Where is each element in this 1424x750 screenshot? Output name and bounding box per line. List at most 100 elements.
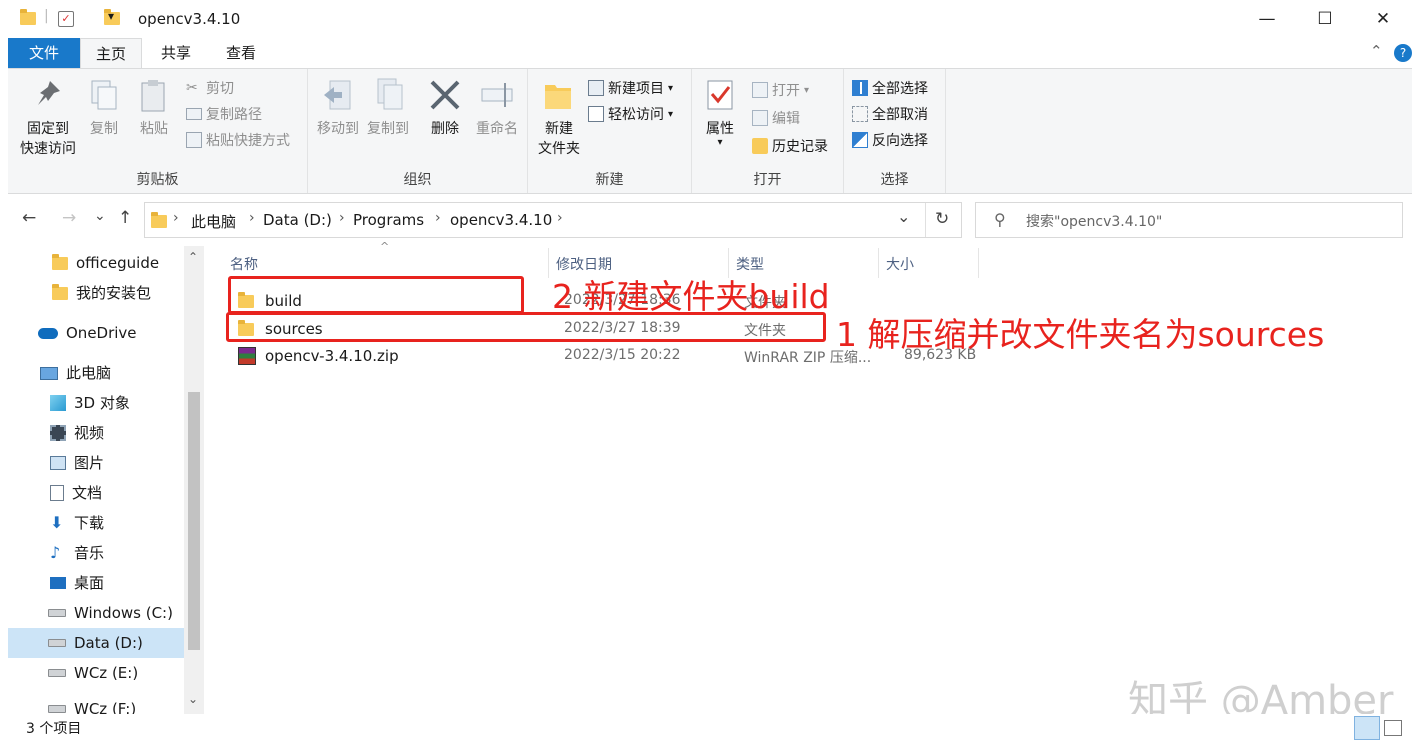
move-to-button[interactable]: 移动到 <box>312 77 364 139</box>
edit-button[interactable]: 编辑 <box>752 107 800 129</box>
breadcrumb-this-pc[interactable]: 此电脑 <box>191 211 236 232</box>
history-button[interactable]: 历史记录 <box>752 135 828 157</box>
paste-label: 粘贴 <box>140 121 168 137</box>
column-header-size[interactable]: 大小 <box>886 254 914 276</box>
sidebar-item-install-packages[interactable]: 我的安装包 <box>52 278 151 308</box>
sidebar-item-label: Windows (C:) <box>74 604 173 622</box>
tab-share[interactable]: 共享 <box>148 38 204 68</box>
tab-view[interactable]: 查看 <box>214 38 268 68</box>
properties-label: 属性 <box>706 121 734 137</box>
properties-quick-icon[interactable]: ✓ <box>58 11 74 27</box>
breadcrumb-programs[interactable]: Programs <box>353 211 424 229</box>
sidebar-scrollbar[interactable]: ⌃ ⌄ <box>184 246 204 714</box>
history-icon <box>752 138 768 154</box>
open-icon <box>752 82 768 98</box>
edit-icon <box>752 110 768 126</box>
easy-access-label: 轻松访问 <box>608 107 664 123</box>
invert-selection-icon <box>852 132 868 148</box>
column-divider[interactable] <box>878 248 879 278</box>
invert-selection-button[interactable]: 反向选择 <box>852 129 928 151</box>
maximize-button[interactable]: ☐ <box>1296 0 1354 38</box>
select-all-button[interactable]: 全部选择 <box>852 77 928 99</box>
delete-button[interactable]: 删除 <box>422 77 468 139</box>
column-divider[interactable] <box>978 248 979 278</box>
download-icon: ⬇ <box>50 513 64 532</box>
sidebar-item-label: WCz (F:) <box>74 700 137 714</box>
picture-icon <box>50 456 66 470</box>
select-none-button[interactable]: 全部取消 <box>852 103 928 125</box>
column-divider[interactable] <box>548 248 549 278</box>
group-label-open: 打开 <box>753 172 782 188</box>
sidebar-item-label: 图片 <box>74 454 105 472</box>
new-item-button[interactable]: 新建项目 ▾ <box>588 77 673 99</box>
ribbon-tabs: 文件 主页 共享 查看 ⌃ ? <box>8 38 1412 69</box>
tab-file[interactable]: 文件 <box>8 38 80 68</box>
sidebar-item-officeguide[interactable]: officeguide <box>52 248 159 278</box>
pin-quick-access-button[interactable]: 固定到 快速访问 <box>14 77 82 159</box>
new-item-icon <box>588 80 604 96</box>
paste-button[interactable]: 粘贴 <box>134 77 174 139</box>
tab-home[interactable]: 主页 <box>80 38 142 69</box>
sidebar-item-this-pc[interactable]: 此电脑 <box>40 358 111 388</box>
sidebar-item-drive-c[interactable]: Windows (C:) <box>48 598 173 628</box>
delete-x-icon <box>427 77 463 113</box>
breadcrumb-opencv[interactable]: opencv3.4.10 <box>450 211 552 229</box>
paste-icon <box>136 77 172 113</box>
copy-to-button[interactable]: 复制到 <box>362 77 414 139</box>
back-button[interactable]: ← <box>22 208 36 228</box>
column-header-name[interactable]: 名称 <box>230 254 258 276</box>
breadcrumb-separator: › <box>557 210 563 226</box>
annotation-box-build <box>228 276 524 314</box>
sidebar-item-music[interactable]: ♪ 音乐 <box>50 538 104 568</box>
scrollbar-thumb[interactable] <box>188 392 200 650</box>
drive-icon <box>48 609 66 617</box>
properties-button[interactable]: 属性 ▾ <box>698 77 742 148</box>
sidebar-item-documents[interactable]: 文档 <box>50 478 102 508</box>
breadcrumb-data-d[interactable]: Data (D:) <box>263 211 332 229</box>
address-bar[interactable]: › 此电脑 › Data (D:) › Programs › opencv3.4… <box>144 202 962 238</box>
sidebar-item-onedrive[interactable]: OneDrive <box>38 318 137 348</box>
new-folder-button[interactable]: 新建 文件夹 <box>532 77 586 159</box>
item-count: 3 个项目 <box>26 721 82 737</box>
copy-path-button[interactable]: 复制路径 <box>186 103 262 125</box>
forward-button[interactable]: → <box>62 208 76 228</box>
sidebar-item-downloads[interactable]: ⬇ 下载 <box>50 508 104 538</box>
easy-access-button[interactable]: 轻松访问 ▾ <box>588 103 673 125</box>
desktop-icon <box>50 577 66 589</box>
paste-shortcut-button[interactable]: 粘贴快捷方式 <box>186 129 290 151</box>
group-label-organize: 组织 <box>403 172 432 188</box>
recent-locations-button[interactable]: ⌄ <box>94 208 106 224</box>
minimize-button[interactable]: — <box>1238 0 1296 38</box>
details-view-icon[interactable] <box>1354 716 1380 740</box>
customize-quick-access-icon[interactable]: ▾ <box>108 9 114 23</box>
up-button[interactable]: ↑ <box>118 208 132 228</box>
refresh-icon[interactable]: ↻ <box>935 209 949 229</box>
group-label-clipboard: 剪贴板 <box>136 172 179 188</box>
open-group: 属性 ▾ 打开 ▾ 编辑 历史记录 打开 <box>692 69 844 193</box>
sidebar-item-3d-objects[interactable]: 3D 对象 <box>50 388 130 418</box>
title-bar: | ✓ ▾ opencv3.4.10 — ☐ ✕ <box>8 0 1412 38</box>
copy-button[interactable]: 复制 <box>84 77 124 139</box>
sidebar-item-desktop[interactable]: 桌面 <box>50 568 104 598</box>
rename-button[interactable]: 重命名 <box>470 77 524 139</box>
sidebar-item-pictures[interactable]: 图片 <box>50 448 104 478</box>
cloud-icon <box>38 327 58 339</box>
close-button[interactable]: ✕ <box>1354 0 1412 38</box>
sidebar-item-drive-d[interactable]: Data (D:) <box>8 628 184 658</box>
search-box[interactable]: ⚲ 搜索"opencv3.4.10" <box>975 202 1403 238</box>
open-button[interactable]: 打开 ▾ <box>752 79 809 101</box>
breadcrumb-separator: › <box>435 210 441 226</box>
cut-button[interactable]: ✂ 剪切 <box>186 77 234 99</box>
sidebar-item-drive-e[interactable]: WCz (E:) <box>48 658 138 688</box>
cut-label: 剪切 <box>206 81 234 97</box>
scroll-down-icon[interactable]: ⌄ <box>188 692 198 706</box>
help-icon[interactable]: ? <box>1394 44 1412 62</box>
collapse-ribbon-icon[interactable]: ⌃ <box>1370 42 1383 60</box>
new-folder-icon <box>541 77 577 113</box>
sidebar-item-label: officeguide <box>76 254 160 272</box>
sidebar-item-videos[interactable]: 视频 <box>50 418 104 448</box>
large-icons-view-icon[interactable] <box>1384 720 1402 736</box>
scroll-up-icon[interactable]: ⌃ <box>188 250 198 264</box>
sidebar-item-drive-f[interactable]: WCz (F:) <box>48 694 136 714</box>
address-dropdown-icon[interactable]: ⌄ <box>897 207 910 226</box>
